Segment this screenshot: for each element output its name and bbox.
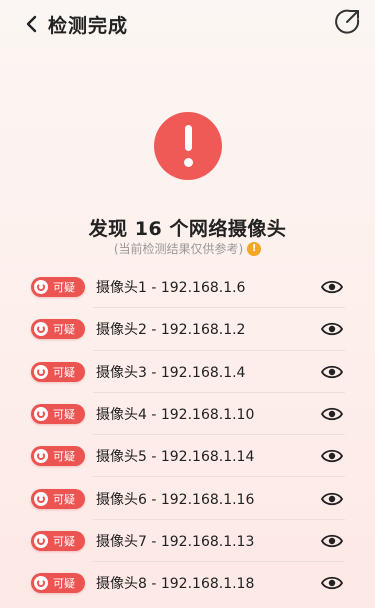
back-button[interactable]: [18, 10, 46, 38]
camera-lens-icon: [34, 491, 48, 506]
camera-list: 可疑 摄像头1 - 192.168.1.6 可疑 摄像头2 - 192.168.1.2…: [0, 266, 375, 604]
camera-label: 摄像头5 - 192.168.1.14: [96, 449, 255, 466]
camera-lens-icon: [34, 533, 48, 548]
eye-icon[interactable]: [321, 364, 343, 380]
camera-row[interactable]: 可疑 摄像头3 - 192.168.1.4: [0, 351, 375, 394]
suspicious-badge: 可疑: [31, 277, 85, 298]
suspicious-badge: 可疑: [31, 573, 85, 594]
result-note: (当前检测结果仅供参考) !: [0, 240, 375, 257]
badge-label: 可疑: [53, 492, 75, 506]
eye-icon[interactable]: [321, 321, 343, 337]
badge-label: 可疑: [53, 577, 75, 591]
camera-label: 摄像头8 - 192.168.1.18: [96, 576, 255, 593]
camera-label: 摄像头2 - 192.168.1.2: [96, 322, 246, 339]
eye-icon[interactable]: [321, 279, 343, 295]
suspicious-badge: 可疑: [31, 361, 85, 382]
camera-label: 摄像头4 - 192.168.1.10: [96, 407, 255, 424]
badge-label: 可疑: [53, 281, 75, 295]
badge-label: 可疑: [53, 534, 75, 548]
eye-icon[interactable]: [321, 575, 343, 591]
eye-icon[interactable]: [321, 491, 343, 507]
eye-icon[interactable]: [321, 448, 343, 464]
page-title: 检测完成: [48, 14, 129, 37]
result-note-text: (当前检测结果仅供参考): [113, 242, 244, 256]
camera-label: 摄像头6 - 192.168.1.16: [96, 491, 255, 508]
result-headline: 发现 16 个网络摄像头: [88, 218, 287, 240]
camera-row[interactable]: 可疑 摄像头7 - 192.168.1.13: [0, 520, 375, 563]
camera-lens-icon: [34, 407, 48, 422]
camera-row[interactable]: 可疑 摄像头8 - 192.168.1.18: [0, 562, 375, 604]
badge-label: 可疑: [53, 450, 75, 464]
camera-lens-icon: [34, 280, 48, 295]
camera-label: 摄像头3 - 192.168.1.4: [96, 364, 246, 381]
badge-label: 可疑: [53, 408, 75, 422]
camera-row[interactable]: 可疑 摄像头2 - 192.168.1.2: [0, 308, 375, 351]
eye-icon[interactable]: [321, 533, 343, 549]
camera-label: 摄像头1 - 192.168.1.6: [96, 280, 246, 297]
alert-area: [0, 112, 375, 180]
camera-label: 摄像头7 - 192.168.1.13: [96, 533, 255, 550]
badge-label: 可疑: [53, 323, 75, 337]
suspicious-badge: 可疑: [31, 488, 85, 509]
camera-lens-icon: [34, 322, 48, 337]
suspicious-badge: 可疑: [31, 404, 85, 425]
top-bar: 检测完成: [0, 0, 375, 48]
suspicious-badge: 可疑: [31, 446, 85, 467]
warning-icon[interactable]: !: [247, 241, 262, 256]
camera-row[interactable]: 可疑 摄像头5 - 192.168.1.14: [0, 435, 375, 478]
camera-lens-icon: [34, 449, 48, 464]
suspicious-badge: 可疑: [31, 319, 85, 340]
camera-lens-icon: [34, 364, 48, 379]
share-icon: [335, 9, 360, 34]
camera-row[interactable]: 可疑 摄像头1 - 192.168.1.6: [0, 266, 375, 309]
camera-row[interactable]: 可疑 摄像头6 - 192.168.1.16: [0, 477, 375, 521]
exclamation-icon: [153, 112, 222, 180]
eye-icon[interactable]: [321, 406, 343, 422]
camera-row[interactable]: 可疑 摄像头4 - 192.168.1.10: [0, 393, 375, 436]
suspicious-badge: 可疑: [31, 530, 85, 551]
camera-lens-icon: [34, 576, 48, 591]
chevron-left-icon: [26, 15, 37, 33]
badge-label: 可疑: [53, 365, 75, 379]
share-button[interactable]: [333, 6, 363, 36]
